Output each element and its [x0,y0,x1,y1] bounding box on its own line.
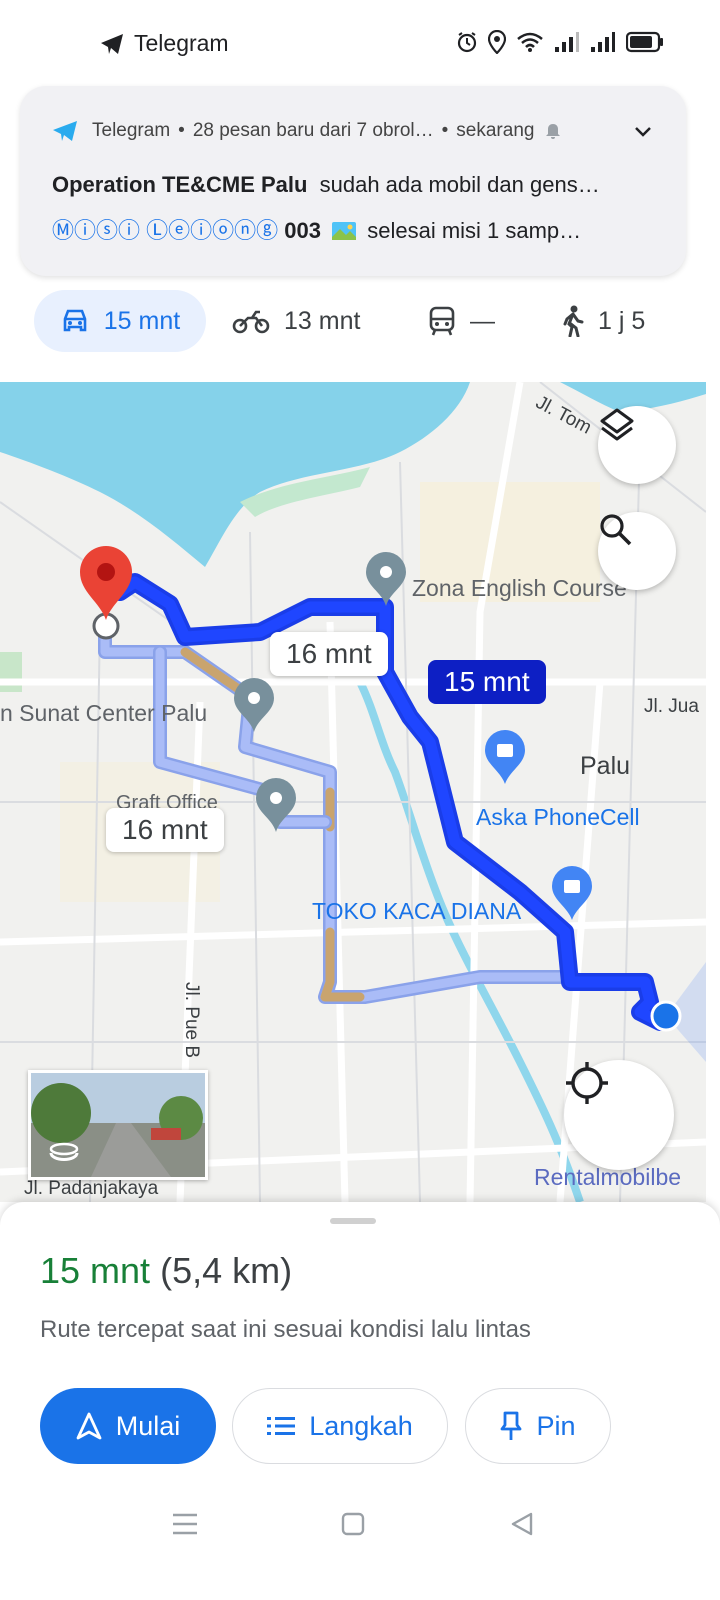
bell-icon [546,124,561,139]
my-location-button[interactable] [564,1060,674,1170]
telegram-icon [53,121,77,141]
search-icon [600,514,632,546]
status-icons [456,30,664,54]
battery-icon [626,31,663,53]
signal-icon [591,32,615,52]
message-text: selesai misi 1 samp… [367,218,582,243]
back-icon[interactable] [510,1512,534,1536]
wifi-icon [517,32,543,52]
bullet: • [441,120,449,141]
360-icon [49,1142,79,1156]
message-number: 003 [284,218,321,243]
mode-motorcycle-label: 13 mnt [284,306,361,335]
steps-label: Langkah [309,1410,413,1441]
location-icon [488,30,506,54]
message-title: Operation TE&CME Palu [52,172,308,197]
current-location-dot [650,1000,682,1032]
place-label[interactable]: Zona English Course [412,575,627,602]
city-label: Palu [580,752,631,780]
place-label[interactable]: n Sunat Center Palu [0,700,207,727]
message-text: sudah ada mobil dan gens… [319,172,600,197]
status-app-label: Telegram [134,30,229,56]
layers-button[interactable] [598,406,676,484]
street-view-thumbnail[interactable] [28,1070,208,1180]
notification-app: Telegram [92,120,171,141]
mode-walking-tab[interactable]: 1 j 5 [560,290,645,352]
steps-button[interactable]: Langkah [232,1388,448,1464]
route-description: Rute tercepat saat ini sesuai kondisi la… [40,1316,531,1343]
mode-motorcycle-tab[interactable]: 13 mnt [232,290,360,352]
pin-button[interactable]: Pin [465,1388,611,1464]
park-area [0,652,22,692]
street-view-image [31,1073,205,1177]
home-icon[interactable] [341,1512,365,1536]
street-label: Jl. Pue B [181,982,202,1059]
notification-time: sekarang [456,120,535,141]
notification-message-1: Operation TE&CME Palu sudah ada mobil da… [52,172,600,198]
destination-pin [80,546,132,620]
layers-icon [600,408,634,441]
crosshair-icon [566,1062,608,1104]
start-label: Mulai [115,1410,181,1441]
route-distance: (5,4 km) [160,1250,293,1291]
pin-icon [501,1411,522,1440]
telegram-icon [101,33,123,54]
walking-icon [563,305,584,337]
route-summary: 15 mnt (5,4 km) [40,1250,292,1292]
message-title: Ⓜⓘⓢⓘ Ⓛⓔⓘⓞⓝⓖ [52,218,279,243]
street-label: Jl. Jua [644,696,699,717]
place-pin [234,678,274,732]
status-app: Telegram [100,30,229,57]
motorcycle-icon [232,310,270,334]
system-navigation-bar [0,1480,720,1570]
alt-route-time-label[interactable]: 16 mnt [270,632,388,676]
start-navigation-button[interactable]: Mulai [40,1388,216,1464]
status-bar: Telegram [0,0,720,88]
notification-summary: 28 pesan baru dari 7 obrol… [192,120,434,141]
notification-header: Telegram • 28 pesan baru dari 7 obrol… •… [52,120,562,142]
place-label[interactable]: TOKO KACA DIANA [312,898,521,925]
notification-message-2: Ⓜⓘⓢⓘ Ⓛⓔⓘⓞⓝⓖ 003 selesai misi 1 samp… [52,213,581,245]
mode-transit-label: — [470,306,495,335]
menu-icon[interactable] [172,1512,198,1536]
mode-driving-label: 15 mnt [103,306,181,335]
chevron-down-icon[interactable] [634,126,652,138]
image-icon [332,222,357,240]
alt-route-time-label[interactable]: 16 mnt [106,808,224,852]
telegram-notification[interactable]: Telegram • 28 pesan baru dari 7 obrol… •… [20,86,686,276]
list-icon [267,1417,296,1435]
route-duration: 15 mnt [40,1250,151,1291]
mode-transit-tab[interactable]: — [428,290,495,352]
bullet: • [178,120,185,141]
alarm-icon [457,32,477,53]
train-icon [429,306,455,336]
navigation-arrow-icon [76,1412,102,1440]
place-label[interactable]: Aska PhoneCell [476,804,640,831]
signal-icon [555,32,579,52]
pin-label: Pin [536,1410,576,1441]
primary-route-time-label[interactable]: 15 mnt [428,660,546,704]
car-icon [63,309,87,332]
travel-mode-bar: 15 mnt 13 mnt — 1 j 5 [0,286,720,356]
map-view[interactable]: Zona English Course n Sunat Center Palu … [0,382,706,1202]
search-button[interactable] [598,512,676,590]
mode-driving-tab[interactable]: 15 mnt [34,290,206,352]
mode-walking-label: 1 j 5 [598,306,646,335]
drag-handle[interactable] [330,1218,376,1224]
place-pin [366,552,406,606]
street-label: Jl. Padanjakaya [24,1178,159,1199]
